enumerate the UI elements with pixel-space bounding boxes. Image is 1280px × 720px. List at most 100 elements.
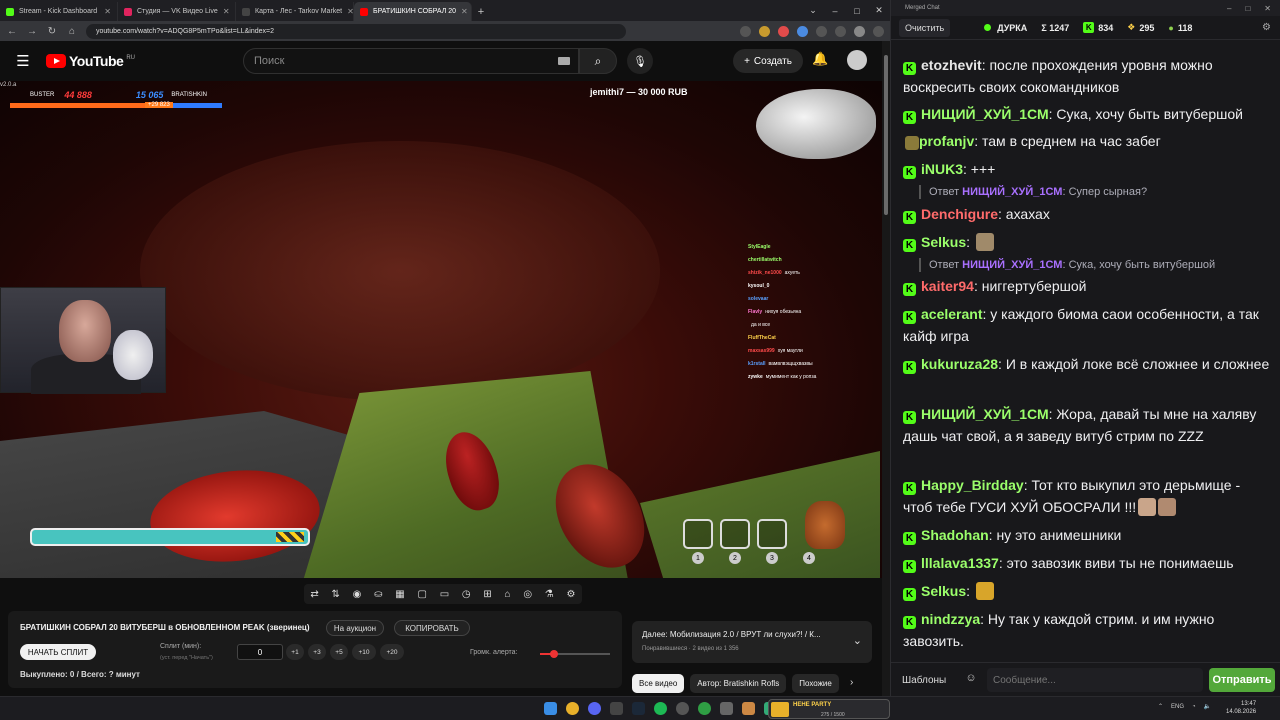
forward-icon[interactable]: → bbox=[26, 26, 38, 37]
close-tab-icon[interactable]: ✕ bbox=[347, 7, 353, 16]
tray-chevron-icon[interactable]: ⌃ bbox=[1158, 703, 1163, 710]
menu-icon[interactable]: ☰ bbox=[0, 52, 46, 70]
voice-search-button[interactable]: 🎙 bbox=[627, 48, 653, 74]
camera-icon[interactable]: ◎ bbox=[523, 589, 532, 600]
app-icon[interactable] bbox=[720, 702, 733, 715]
chip-author[interactable]: Автор: Bratishkin Rofls bbox=[690, 674, 787, 693]
download-icon[interactable] bbox=[835, 25, 846, 37]
chat-username[interactable]: НИЩИЙ_ХУЙ_1СМ bbox=[921, 106, 1049, 122]
wifi-icon[interactable]: ◔ bbox=[1192, 704, 1196, 710]
zoom-icon[interactable] bbox=[740, 25, 751, 37]
chat-username[interactable]: lllalava1337 bbox=[921, 555, 999, 571]
maximize-icon[interactable]: □ bbox=[846, 0, 868, 21]
chips-next-icon[interactable]: › bbox=[850, 677, 853, 688]
language-indicator[interactable]: ENG bbox=[1171, 704, 1184, 710]
app-icon[interactable] bbox=[742, 702, 755, 715]
clear-chat-button[interactable]: Очистить bbox=[899, 18, 951, 37]
add-icon[interactable]: ⊞ bbox=[483, 589, 491, 600]
chip-similar[interactable]: Похожие bbox=[792, 674, 839, 693]
message-input[interactable] bbox=[987, 668, 1203, 692]
chat-username[interactable]: Happy_Birdday bbox=[921, 477, 1024, 493]
media-widget[interactable]: HEHE PARTY 275 / 1500 bbox=[768, 699, 890, 719]
discord-icon[interactable] bbox=[588, 702, 601, 715]
profile-icon[interactable] bbox=[854, 25, 865, 37]
youtube-logo[interactable]: YouTube RU bbox=[46, 53, 135, 69]
search-input[interactable]: Поиск bbox=[243, 48, 579, 74]
tab-search-icon[interactable]: ⌄ bbox=[802, 0, 824, 21]
chat-username[interactable]: nindzzya bbox=[921, 611, 980, 627]
volume-knob[interactable] bbox=[550, 650, 558, 658]
add-3-button[interactable]: +3 bbox=[308, 644, 326, 660]
chat-username[interactable]: Selkus bbox=[921, 234, 966, 250]
create-button[interactable]: + Создать bbox=[733, 49, 803, 73]
add-10-button[interactable]: +10 bbox=[352, 644, 376, 660]
bell-icon[interactable]: 🔔 bbox=[812, 51, 828, 67]
clock[interactable]: 13:47 14.08.2026 bbox=[1226, 700, 1256, 716]
loop-icon[interactable]: ⇄ bbox=[310, 589, 318, 600]
tab-youtube-video[interactable]: БРАТИШКИН СОБРАЛ 20 ✕ bbox=[354, 2, 472, 21]
chevron-down-icon[interactable]: ⌄ bbox=[853, 634, 862, 647]
add-20-button[interactable]: +20 bbox=[380, 644, 404, 660]
close-tab-icon[interactable]: ✕ bbox=[104, 7, 111, 16]
browser-menu-icon[interactable] bbox=[873, 25, 884, 37]
page-scrollbar[interactable] bbox=[882, 41, 890, 720]
split-minutes-input[interactable]: 0 bbox=[237, 644, 283, 660]
spotify-icon[interactable] bbox=[654, 702, 667, 715]
close-tab-icon[interactable]: ✕ bbox=[461, 7, 468, 16]
xbox-icon[interactable] bbox=[698, 702, 711, 715]
templates-button[interactable]: Шаблоны bbox=[897, 670, 951, 690]
flask-icon[interactable]: ⚗ bbox=[545, 589, 554, 600]
start-icon[interactable] bbox=[544, 702, 557, 715]
chat-username[interactable]: etozhevit bbox=[921, 57, 982, 73]
extension-icon[interactable] bbox=[778, 25, 789, 37]
chat-username[interactable]: НИЩИЙ_ХУЙ_1СМ bbox=[921, 406, 1049, 422]
calendar-icon[interactable]: ▦ bbox=[395, 589, 404, 600]
home-icon[interactable]: ⌂ bbox=[66, 26, 78, 37]
sort-icon[interactable]: ⇅ bbox=[332, 589, 340, 600]
extension-icon[interactable] bbox=[759, 25, 770, 37]
video-player[interactable]: v2.0.a BUSTER 44 888 15 065 BRATISHKIN +… bbox=[0, 81, 882, 578]
monitor-icon[interactable]: ⌂ bbox=[505, 589, 511, 600]
minimize-icon[interactable]: – bbox=[824, 0, 846, 21]
tab-kick-dashboard[interactable]: Stream - Kick Dashboard ✕ bbox=[0, 2, 118, 21]
emoji-icon[interactable]: ☺ bbox=[963, 672, 979, 688]
chat-username[interactable]: kaiter94 bbox=[921, 278, 974, 294]
start-split-button[interactable]: НАЧАТЬ СПЛИТ bbox=[20, 644, 96, 660]
chat-username[interactable]: profanjv bbox=[919, 133, 974, 149]
chip-all-videos[interactable]: Все видео bbox=[632, 674, 685, 693]
chrome-icon[interactable] bbox=[566, 702, 579, 715]
close-tab-icon[interactable]: ✕ bbox=[223, 7, 230, 16]
chat-username[interactable]: Selkus bbox=[921, 583, 966, 599]
maximize-icon[interactable]: □ bbox=[1245, 4, 1250, 13]
close-window-icon[interactable]: ✕ bbox=[868, 0, 890, 21]
extensions-puzzle-icon[interactable] bbox=[816, 25, 827, 37]
alert-volume-slider[interactable] bbox=[540, 650, 610, 658]
chat-username[interactable]: Shadohan bbox=[921, 527, 989, 543]
avatar[interactable] bbox=[847, 50, 867, 70]
steam-icon[interactable] bbox=[632, 702, 645, 715]
minimize-icon[interactable]: – bbox=[1227, 4, 1231, 13]
add-5-button[interactable]: +5 bbox=[330, 644, 348, 660]
close-icon[interactable]: ✕ bbox=[1264, 4, 1271, 13]
send-button[interactable]: Отправить bbox=[1209, 668, 1275, 692]
chat-username[interactable]: kukuruza28 bbox=[921, 356, 998, 372]
settings-gear-icon[interactable]: ⚙ bbox=[1262, 22, 1271, 33]
reload-icon[interactable]: ↻ bbox=[46, 26, 58, 37]
playlist-next-box[interactable]: Далее: Мобилизация 2.0 / ВРУТ ли слухи?!… bbox=[632, 621, 872, 663]
url-bar[interactable]: youtube.com/watch?v=ADQG8P5mTPo&list=LL&… bbox=[86, 23, 626, 39]
chat-messages[interactable]: Ketozhevit: после прохождения уровня мож… bbox=[891, 40, 1280, 662]
scroll-thumb[interactable] bbox=[884, 55, 888, 215]
chat-username[interactable]: iNUK3 bbox=[921, 161, 963, 177]
tab-vk-studio[interactable]: Студия — VK Видео Live ✕ bbox=[118, 2, 236, 21]
mini-icon[interactable]: ▭ bbox=[440, 589, 449, 600]
back-icon[interactable]: ← bbox=[6, 26, 18, 37]
keyboard-icon[interactable] bbox=[558, 57, 570, 65]
new-tab-button[interactable]: + bbox=[472, 2, 490, 21]
broadcast-icon[interactable]: ◉ bbox=[353, 589, 362, 600]
obs-icon[interactable] bbox=[676, 702, 689, 715]
volume-icon[interactable]: 🔈 bbox=[1204, 703, 1211, 710]
settings-icon[interactable]: ⚙ bbox=[567, 589, 576, 600]
copy-button[interactable]: КОПИРОВАТЬ bbox=[394, 620, 470, 636]
chat-username[interactable]: Denchigure bbox=[921, 206, 998, 222]
crop-icon[interactable]: ▢ bbox=[417, 589, 426, 600]
